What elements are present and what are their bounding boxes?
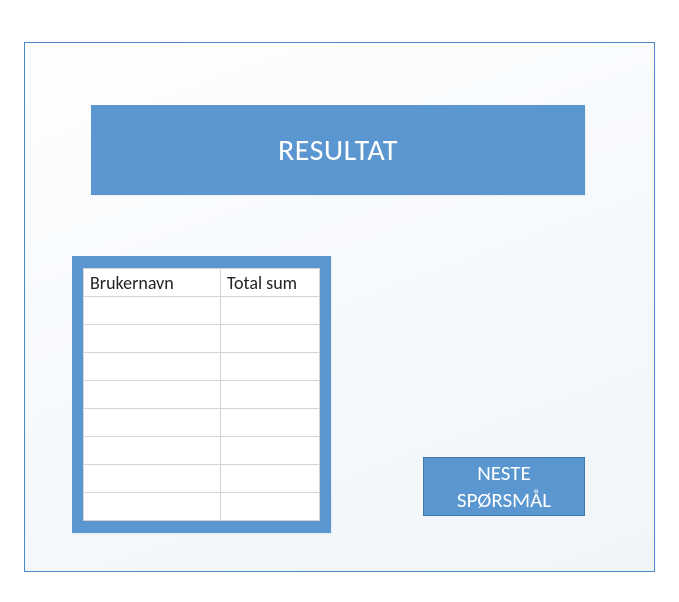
- next-question-label: NESTE SPØRSMÅL: [457, 460, 551, 513]
- cell-total: [220, 297, 319, 325]
- cell-username: [84, 297, 221, 325]
- table-row: [84, 353, 320, 381]
- column-header-total: Total sum: [220, 269, 319, 297]
- table-row: [84, 493, 320, 521]
- cell-total: [220, 381, 319, 409]
- cell-total: [220, 493, 319, 521]
- table-row: [84, 465, 320, 493]
- cell-username: [84, 381, 221, 409]
- table-row: [84, 297, 320, 325]
- next-question-button[interactable]: NESTE SPØRSMÅL: [423, 457, 585, 516]
- cell-username: [84, 465, 221, 493]
- cell-username: [84, 353, 221, 381]
- page-title: RESULTAT: [91, 105, 585, 195]
- table-header-row: Brukernavn Total sum: [84, 269, 320, 297]
- cell-username: [84, 493, 221, 521]
- cell-total: [220, 325, 319, 353]
- cell-username: [84, 437, 221, 465]
- cell-total: [220, 465, 319, 493]
- table-row: [84, 325, 320, 353]
- cell-username: [84, 409, 221, 437]
- table-row: [84, 381, 320, 409]
- column-header-username: Brukernavn: [84, 269, 221, 297]
- results-table-frame: Brukernavn Total sum: [72, 256, 331, 533]
- table-row: [84, 409, 320, 437]
- cell-total: [220, 409, 319, 437]
- cell-total: [220, 437, 319, 465]
- table-row: [84, 437, 320, 465]
- results-table: Brukernavn Total sum: [83, 268, 320, 521]
- cell-total: [220, 353, 319, 381]
- main-panel: RESULTAT Brukernavn Total sum: [24, 42, 655, 572]
- cell-username: [84, 325, 221, 353]
